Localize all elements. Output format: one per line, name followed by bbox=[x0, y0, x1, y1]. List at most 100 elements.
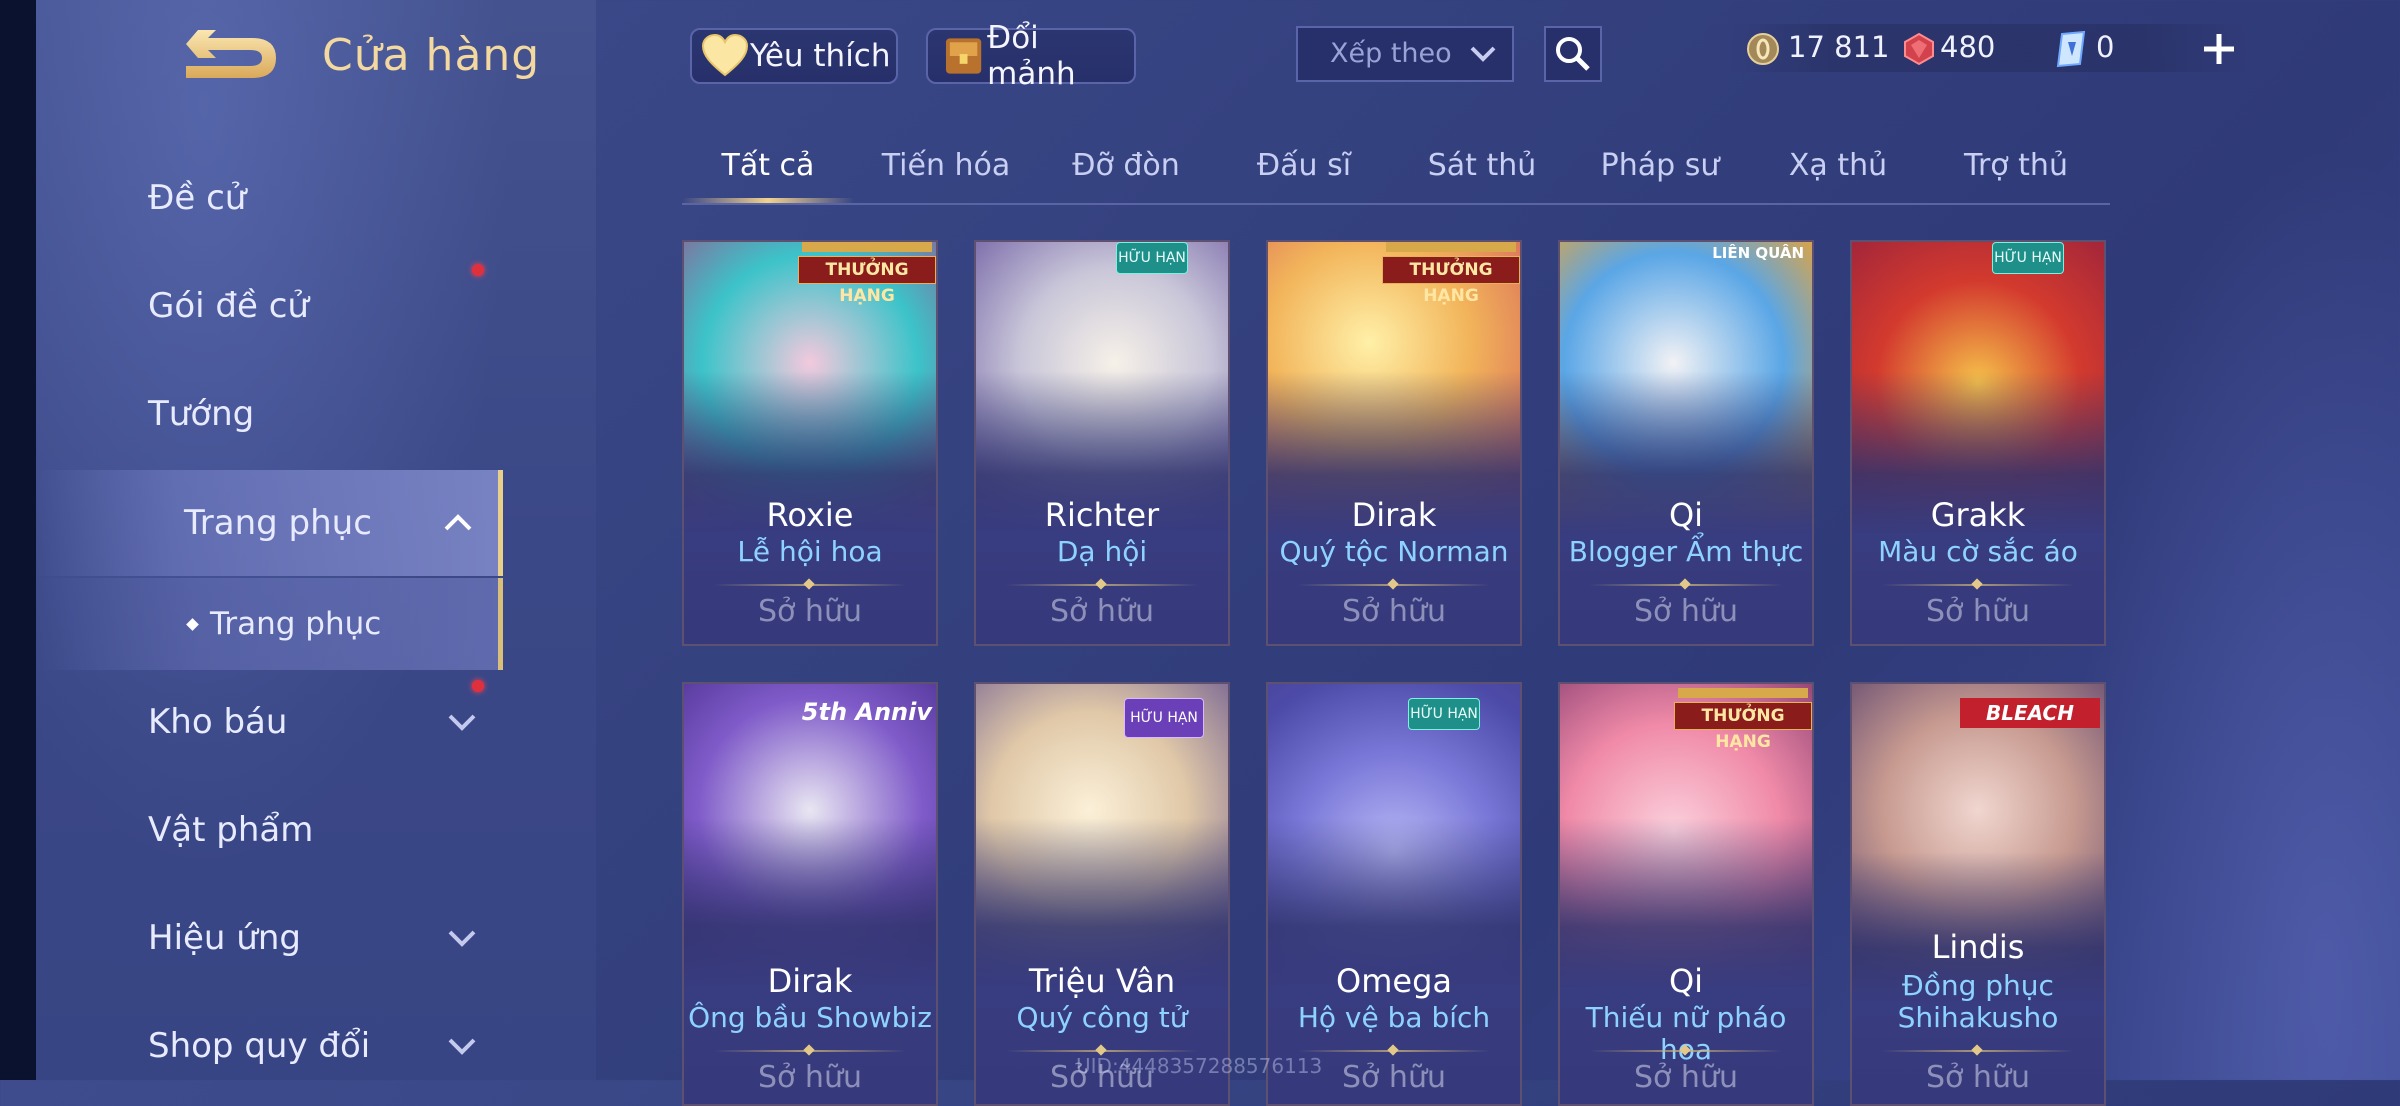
sort-dropdown[interactable]: Xếp theo bbox=[1296, 26, 1514, 82]
sidebar-item-recommended[interactable]: Đề cử bbox=[0, 148, 466, 248]
skin-name: Quý tộc Norman bbox=[1279, 535, 1509, 568]
anniversary-badge: 5th Anniv bbox=[801, 698, 932, 726]
limited-badge: HỮU HẠN bbox=[1992, 242, 2064, 274]
skin-card[interactable]: HỮU HẠN Omega Hộ vệ ba bích Sở hữu bbox=[1266, 682, 1522, 1106]
sidebar-subitem-skins[interactable]: Trang phục bbox=[36, 578, 503, 670]
skin-card[interactable]: BLEACH Lindis Đồng phục Shihakusho Sở hữ… bbox=[1850, 682, 2106, 1106]
voucher-amount: 0 bbox=[2096, 30, 2115, 64]
lien-quan-logo: LIÊN QUÂN bbox=[1712, 244, 1804, 262]
chevron-down-icon bbox=[448, 930, 476, 947]
limited-badge: HỮU HẠN bbox=[1116, 242, 1188, 274]
owned-status: Sở hữu bbox=[1342, 594, 1446, 629]
skin-card[interactable]: HỮU HẠN Triệu Vân Quý công tử Sở hữu bbox=[974, 682, 1230, 1106]
sidebar-item-label: Gói đề cử bbox=[148, 286, 309, 326]
hero-name: Roxie bbox=[766, 496, 854, 534]
skin-name: Đồng phục Shihakusho bbox=[1897, 969, 2059, 1034]
sidebar-item-label: Hiệu ứng bbox=[148, 918, 301, 958]
hero-name: Grakk bbox=[1930, 496, 2026, 534]
exchange-fragments-button[interactable]: Đổi mảnh bbox=[926, 20, 1136, 92]
hero-name: Dirak bbox=[1351, 496, 1437, 534]
limited-badge: HỮU HẠN bbox=[1124, 698, 1204, 738]
owned-status: Sở hữu bbox=[1634, 1060, 1738, 1095]
category-tabs: Tất cả Tiến hóa Đỡ đòn Đấu sĩ Sát thủ Ph… bbox=[682, 140, 2110, 204]
search-button[interactable] bbox=[1544, 26, 1602, 82]
owned-status: Sở hữu bbox=[1926, 1060, 2030, 1095]
hero-name: Qi bbox=[1668, 962, 1704, 1000]
skin-name: Hộ vệ ba bích bbox=[1297, 1001, 1491, 1034]
skin-card[interactable]: THƯỞNG HẠNG Dirak Quý tộc Norman Sở hữu bbox=[1266, 240, 1522, 646]
season-badge: THƯỞNG HẠNG bbox=[796, 242, 936, 306]
notification-dot bbox=[472, 264, 484, 276]
sidebar-item-label: Kho báu bbox=[148, 702, 288, 742]
sidebar-item-label: Tướng bbox=[148, 394, 255, 434]
skin-card[interactable]: THƯỞNG HẠNG Roxie Lễ hội hoa Sở hữu bbox=[682, 240, 938, 646]
back-button[interactable] bbox=[182, 30, 282, 88]
skin-name: Thiếu nữ pháo hoa bbox=[1585, 1001, 1787, 1066]
skin-card[interactable]: HỮU HẠN Grakk Màu cờ sắc áo Sở hữu bbox=[1850, 240, 2106, 646]
skin-name: Blogger Ẩm thực bbox=[1568, 535, 1804, 568]
sidebar-item-skins[interactable]: Trang phục bbox=[36, 470, 503, 576]
notification-dot bbox=[472, 680, 484, 692]
skin-name: Lễ hội hoa bbox=[737, 535, 883, 568]
badge-crest bbox=[1386, 242, 1516, 252]
badge-label: THƯỞNG HẠNG bbox=[1382, 256, 1520, 306]
exchange-fragments-label: Đổi mảnh bbox=[987, 20, 1076, 92]
page-title: Cửa hàng bbox=[322, 30, 541, 81]
sidebar-item-effects[interactable]: Hiệu ứng bbox=[0, 888, 476, 988]
sidebar-item-label: Shop quy đổi bbox=[148, 1026, 371, 1066]
bleach-badge: BLEACH bbox=[1960, 698, 2100, 728]
sidebar-item-label: Đề cử bbox=[148, 178, 247, 218]
sidebar-item-exchange-shop[interactable]: Shop quy đổi bbox=[0, 996, 476, 1096]
sidebar-item-items[interactable]: Vật phẩm bbox=[0, 780, 466, 880]
sidebar-item-label: Trang phục bbox=[210, 606, 382, 642]
favorite-button[interactable]: Yêu thích bbox=[690, 28, 898, 84]
chest-icon bbox=[945, 38, 982, 74]
owned-status: Sở hữu bbox=[1634, 594, 1738, 629]
bullet-icon bbox=[186, 617, 199, 631]
skin-name: Màu cờ sắc áo bbox=[1878, 535, 2078, 568]
gem-amount: 480 bbox=[1940, 30, 1996, 64]
season-badge: THƯỞNG HẠNG bbox=[1672, 688, 1812, 752]
hero-name: Triệu Vân bbox=[1028, 962, 1176, 1000]
ruby-icon bbox=[1904, 32, 1934, 66]
owned-status: Sở hữu bbox=[758, 1060, 862, 1095]
sidebar-item-treasure[interactable]: Kho báu bbox=[0, 672, 484, 772]
hero-name: Lindis bbox=[1931, 928, 2025, 966]
chevron-down-icon bbox=[1470, 46, 1496, 62]
chevron-down-icon bbox=[448, 714, 476, 731]
hero-name: Qi bbox=[1668, 496, 1704, 534]
heart-icon bbox=[701, 33, 749, 77]
badge-crest bbox=[1678, 688, 1808, 698]
gold-coin-icon bbox=[1747, 33, 1779, 65]
add-currency-button[interactable] bbox=[2198, 28, 2240, 70]
owned-status: Sở hữu bbox=[758, 594, 862, 629]
skin-card[interactable]: 5th Anniv Dirak Ông bầu Showbiz Sở hữu bbox=[682, 682, 938, 1106]
skin-name: Ông bầu Showbiz bbox=[688, 1001, 932, 1034]
voucher-icon bbox=[2056, 30, 2086, 68]
owned-status: Sở hữu bbox=[1050, 594, 1154, 629]
gold-amount: 17 811 bbox=[1788, 30, 1890, 64]
season-badge: THƯỞNG HẠNG bbox=[1380, 242, 1520, 306]
skin-name: Dạ hội bbox=[1056, 535, 1148, 568]
badge-crest bbox=[802, 242, 932, 252]
skin-card[interactable]: LIÊN QUÂN Qi Blogger Ẩm thực Sở hữu bbox=[1558, 240, 1814, 646]
sort-dropdown-label: Xếp theo bbox=[1330, 38, 1452, 69]
search-icon bbox=[1556, 37, 1590, 71]
hero-name: Richter bbox=[1044, 496, 1160, 534]
sidebar-item-label: Trang phục bbox=[184, 503, 372, 543]
skin-card[interactable]: THƯỞNG HẠNG Qi Thiếu nữ pháo hoa Sở hữu bbox=[1558, 682, 1814, 1106]
skin-name: Quý công tử bbox=[1016, 1001, 1188, 1034]
tabs-divider bbox=[682, 203, 2110, 205]
skin-card[interactable]: HỮU HẠN Richter Dạ hội Sở hữu bbox=[974, 240, 1230, 646]
chevron-down-icon bbox=[448, 1038, 476, 1055]
back-arrow-icon bbox=[186, 30, 276, 78]
uid-watermark: UID:4448357288576113 bbox=[1076, 1054, 1323, 1078]
sidebar-item-label: Vật phẩm bbox=[148, 810, 314, 850]
favorite-label: Yêu thích bbox=[750, 38, 891, 74]
badge-label: THƯỞNG HẠNG bbox=[1674, 702, 1812, 752]
chevron-up-icon bbox=[444, 514, 472, 531]
sidebar-item-recommended-bundles[interactable]: Gói đề cử bbox=[0, 256, 484, 356]
limited-badge: HỮU HẠN bbox=[1408, 698, 1480, 730]
hero-name: Omega bbox=[1336, 962, 1452, 1000]
sidebar-item-heroes[interactable]: Tướng bbox=[0, 364, 466, 464]
